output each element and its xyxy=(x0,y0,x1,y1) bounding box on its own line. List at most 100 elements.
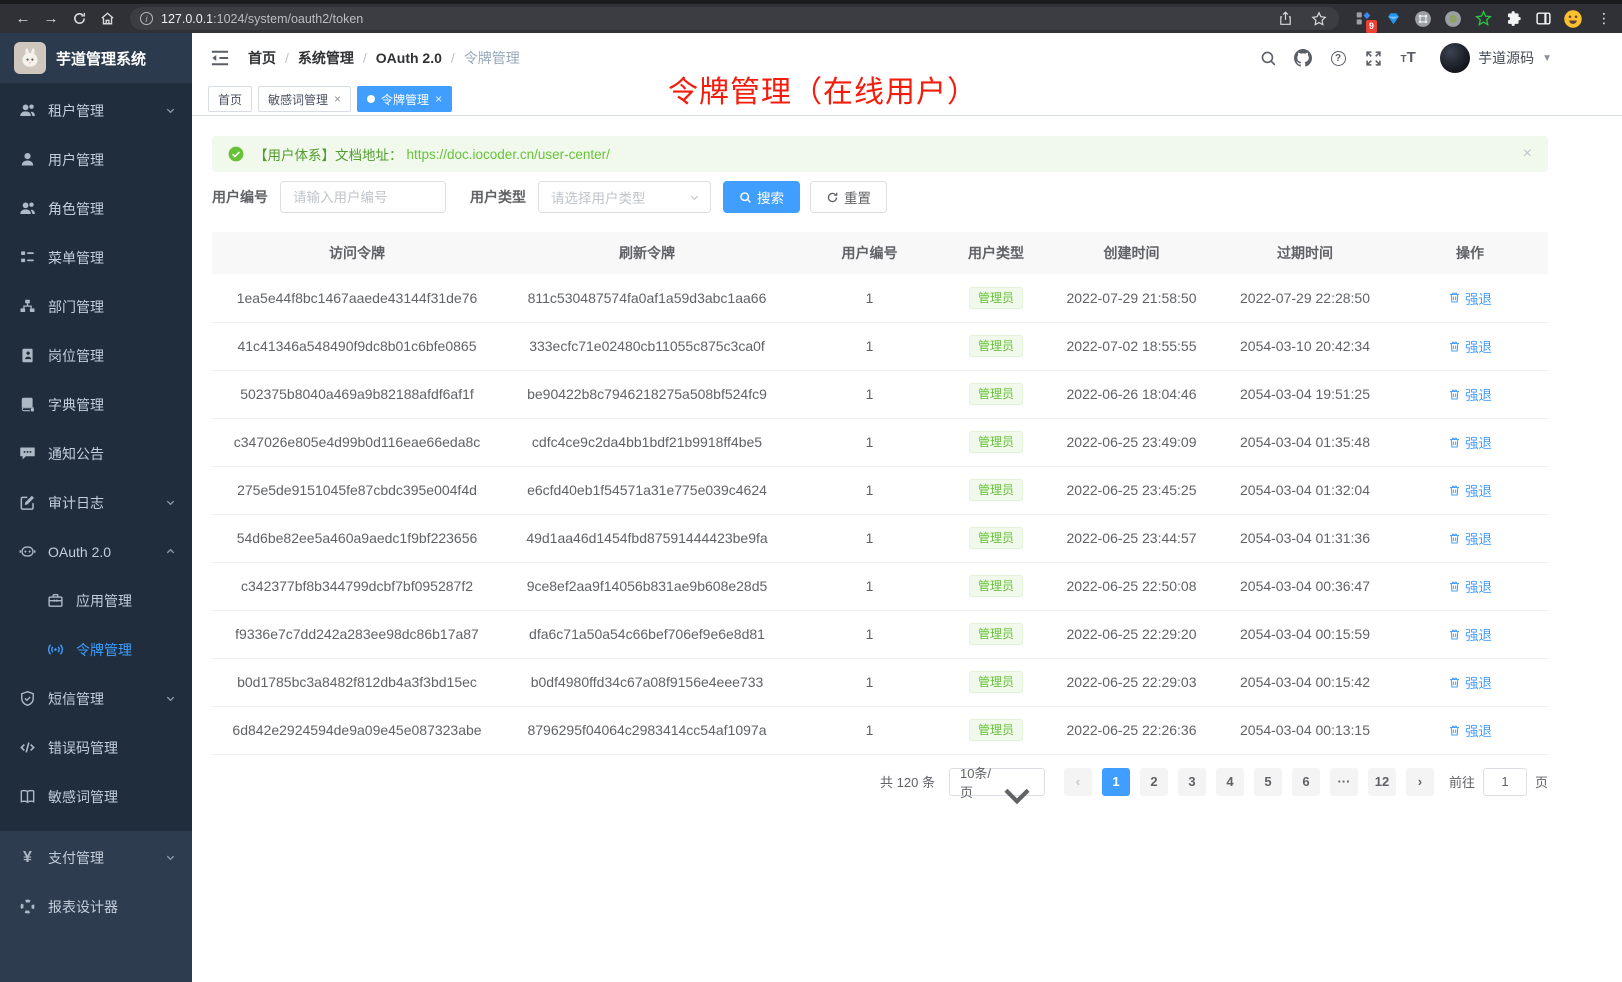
search-icon[interactable] xyxy=(1259,49,1277,67)
page-button-1[interactable]: 1 xyxy=(1102,768,1130,796)
tab-close-icon[interactable]: × xyxy=(435,92,442,106)
refresh-token-cell: b0df4980ffd34c67a08f9156e4eee733 xyxy=(502,658,792,706)
breadcrumb-item[interactable]: OAuth 2.0 xyxy=(376,50,442,66)
breadcrumb-separator: / xyxy=(363,50,367,66)
page-button-3[interactable]: 3 xyxy=(1178,768,1206,796)
font-size-icon[interactable]: TT xyxy=(1399,49,1417,67)
sidebar-item-post[interactable]: 岗位管理 xyxy=(0,331,192,380)
sidebar-menu: 租户管理用户管理角色管理菜单管理部门管理岗位管理字典管理通知公告审计日志OAut… xyxy=(0,83,192,821)
table-header-row: 访问令牌刷新令牌用户编号用户类型创建时间过期时间操作 xyxy=(212,232,1548,274)
created-time-cell: 2022-06-26 18:04:46 xyxy=(1045,370,1218,418)
sidebar-item-oauth2[interactable]: OAuth 2.0 xyxy=(0,527,192,576)
refresh-token-cell: 9ce8ef2aa9f14056b831ae9b608e28d5 xyxy=(502,562,792,610)
sidebar-item-report-designer[interactable]: 报表设计器 xyxy=(0,882,192,931)
page-button-5[interactable]: 5 xyxy=(1254,768,1282,796)
prev-page-button[interactable]: ‹ xyxy=(1064,768,1092,796)
url-bar[interactable]: i 127.0.0.1:1024/system/oauth2/token xyxy=(130,7,1339,30)
forward-button[interactable]: → xyxy=(38,7,64,31)
bookmark-star-icon[interactable] xyxy=(1309,9,1329,29)
force-logout-button[interactable]: 强退 xyxy=(1448,480,1492,500)
sidebar-item-label: 租户管理 xyxy=(48,101,104,121)
sidebar-item-oauth2-app[interactable]: 应用管理 xyxy=(0,576,192,625)
home-button[interactable] xyxy=(94,7,120,31)
sidebar-item-errcode[interactable]: 错误码管理 xyxy=(0,723,192,772)
github-icon[interactable] xyxy=(1294,49,1312,67)
back-button[interactable]: ← xyxy=(10,7,36,31)
extension-devtools-icon[interactable]: 9 xyxy=(1353,9,1373,29)
tab-token[interactable]: 令牌管理× xyxy=(357,86,452,112)
force-logout-button[interactable]: 强退 xyxy=(1448,624,1492,644)
alert-close-icon[interactable]: × xyxy=(1523,145,1532,163)
force-logout-button[interactable]: 强退 xyxy=(1448,672,1492,692)
sidebar-item-dept[interactable]: 部门管理 xyxy=(0,282,192,331)
page-button-4[interactable]: 4 xyxy=(1216,768,1244,796)
extension-dot-icon[interactable] xyxy=(1443,9,1463,29)
breadcrumb-item[interactable]: 首页 xyxy=(248,48,276,68)
force-logout-button[interactable]: 强退 xyxy=(1448,288,1492,308)
force-logout-button[interactable]: 强退 xyxy=(1448,528,1492,548)
sidebar-item-menu[interactable]: 菜单管理 xyxy=(0,233,192,282)
access-token-cell: 275e5de9151045fe87cbdc395e004f4d xyxy=(212,466,502,514)
sidebar-item-role[interactable]: 角色管理 xyxy=(0,184,192,233)
refresh-token-cell: 8796295f04064c2983414cc54af1097a xyxy=(502,706,792,754)
extension-star-icon[interactable] xyxy=(1473,9,1493,29)
refresh-token-cell: cdfc4ce9c2da4bb1bdf21b9918ff4be5 xyxy=(502,418,792,466)
users-icon xyxy=(19,102,36,119)
reset-button[interactable]: 重置 xyxy=(810,181,887,213)
user-type-badge: 管理员 xyxy=(969,719,1023,741)
page-button-2[interactable]: 2 xyxy=(1140,768,1168,796)
tab-close-icon[interactable]: × xyxy=(334,92,341,106)
user-id-input[interactable] xyxy=(280,181,446,213)
force-logout-button[interactable]: 强退 xyxy=(1448,432,1492,452)
table-row: 1ea5e44f8bc1467aaede43144f31de76811c5304… xyxy=(212,274,1548,322)
collapse-sidebar-icon[interactable] xyxy=(210,48,230,68)
tab-home[interactable]: 首页 xyxy=(208,86,252,112)
sidebar-item-sms[interactable]: 短信管理 xyxy=(0,674,192,723)
more-pages-button[interactable]: ··· xyxy=(1330,768,1358,796)
sidebar-item-label: 字典管理 xyxy=(48,395,104,415)
force-logout-button[interactable]: 强退 xyxy=(1448,720,1492,740)
extension-gem-icon[interactable] xyxy=(1383,9,1403,29)
sidebar-item-tenant[interactable]: 租户管理 xyxy=(0,86,192,135)
page-button-6[interactable]: 6 xyxy=(1292,768,1320,796)
tab-sensitive-word[interactable]: 敏感词管理× xyxy=(258,86,351,112)
user-id-cell: 1 xyxy=(792,418,947,466)
force-logout-button[interactable]: 强退 xyxy=(1448,576,1492,596)
sidebar-item-audit-log[interactable]: 审计日志 xyxy=(0,478,192,527)
sidebar-item-dict[interactable]: 字典管理 xyxy=(0,380,192,429)
search-button[interactable]: 搜索 xyxy=(723,181,800,213)
user-avatar xyxy=(1440,43,1470,73)
app-logo-row[interactable]: 芋道管理系统 xyxy=(0,33,192,83)
fullscreen-icon[interactable] xyxy=(1364,49,1382,67)
user-type-select[interactable]: 请选择用户类型 xyxy=(538,181,711,213)
side-panel-icon[interactable] xyxy=(1533,9,1553,29)
reload-button[interactable] xyxy=(66,7,92,31)
force-logout-button[interactable]: 强退 xyxy=(1448,384,1492,404)
extensions-puzzle-icon[interactable] xyxy=(1503,9,1523,29)
action-cell: 强退 xyxy=(1392,610,1548,658)
extension-command-icon[interactable] xyxy=(1413,9,1433,29)
page-size-select[interactable]: 10条/页 xyxy=(949,768,1045,796)
share-icon[interactable] xyxy=(1275,9,1295,29)
alert-doc-link[interactable]: https://doc.iocoder.cn/user-center/ xyxy=(407,147,610,162)
goto-page-input[interactable] xyxy=(1483,768,1527,796)
user-menu[interactable]: 芋道源码 ▼ xyxy=(1440,43,1552,73)
sidebar-item-label: 应用管理 xyxy=(76,591,132,611)
audit-icon xyxy=(19,494,36,511)
site-info-icon[interactable]: i xyxy=(140,12,153,25)
sidebar-item-user[interactable]: 用户管理 xyxy=(0,135,192,184)
user-type-cell: 管理员 xyxy=(947,466,1045,514)
force-logout-button[interactable]: 强退 xyxy=(1448,336,1492,356)
breadcrumb-item[interactable]: 系统管理 xyxy=(298,48,354,68)
expire-time-cell: 2054-03-04 00:13:15 xyxy=(1218,706,1392,754)
browser-menu-icon[interactable]: ⋮ xyxy=(1597,10,1612,27)
user-type-badge: 管理员 xyxy=(969,287,1023,309)
sidebar-item-sensitive-word[interactable]: 敏感词管理 xyxy=(0,772,192,821)
sidebar-item-pay[interactable]: ¥支付管理 xyxy=(0,833,192,882)
help-icon[interactable]: ? xyxy=(1329,49,1347,67)
sidebar-item-oauth2-token[interactable]: 令牌管理 xyxy=(0,625,192,674)
sidebar-item-notice[interactable]: 通知公告 xyxy=(0,429,192,478)
profile-avatar-icon[interactable] xyxy=(1563,9,1583,29)
page-button-12[interactable]: 12 xyxy=(1368,768,1396,796)
next-page-button[interactable]: › xyxy=(1406,768,1434,796)
